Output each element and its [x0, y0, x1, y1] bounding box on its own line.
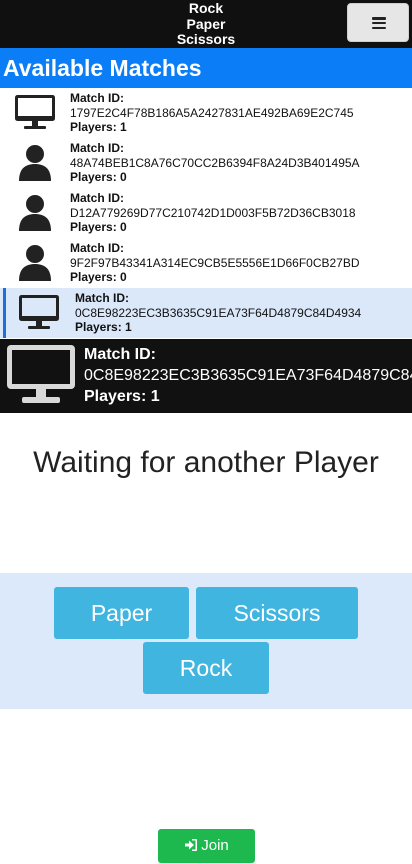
players-count: 0 [120, 170, 127, 184]
match-list-item[interactable]: Match ID: D12A779269D77C210742D1D003F5B7… [0, 188, 412, 238]
join-label: Join [201, 837, 229, 854]
match-id-value: 1797E2C4F78B186A5A2427831AE492BA69E2C745 [70, 105, 354, 120]
players-count: 0 [120, 220, 127, 234]
status-message: Waiting for another Player [33, 446, 379, 479]
scissors-button[interactable]: Scissors [196, 587, 358, 639]
match-list-item[interactable]: Match ID: 48A74BEB1C8A76C70CC2B6394F8A24… [0, 138, 412, 188]
brand-line-paper: Paper [186, 15, 226, 32]
match-id-value: 9F2F97B43341A314EC9CB5E5556E1D66F0CB27BD [70, 255, 360, 270]
current-players-label: Players: [84, 388, 147, 405]
brand-line-scissors: Scissors [176, 31, 236, 47]
user-icon [19, 145, 51, 181]
hamburger-icon [372, 17, 386, 30]
computer-icon [19, 295, 59, 329]
players-label: Players: [70, 220, 117, 234]
menu-toggle-button[interactable] [347, 3, 409, 42]
user-icon [19, 195, 51, 231]
match-info: Match ID: D12A779269D77C210742D1D003F5B7… [70, 191, 356, 235]
match-list-item[interactable]: Match ID: 9F2F97B43341A314EC9CB5E5556E1D… [0, 238, 412, 288]
top-navbar: Rock Paper Scissors [0, 0, 412, 48]
current-match-info: Match ID: 0C8E98223EC3B3635C91EA73F64D48… [84, 344, 412, 407]
computer-icon [15, 95, 55, 129]
current-players-count: 1 [150, 388, 160, 405]
players-count: 1 [125, 320, 132, 334]
match-list: Match ID: 1797E2C4F78B186A5A2427831AE492… [0, 88, 412, 338]
match-id-label: Match ID: [70, 191, 124, 205]
match-info: Match ID: 48A74BEB1C8A76C70CC2B6394F8A24… [70, 141, 360, 185]
brand-line-rock: Rock [188, 0, 224, 16]
match-info: Match ID: 1797E2C4F78B186A5A2427831AE492… [70, 91, 354, 135]
match-id-label: Match ID: [70, 141, 124, 155]
rock-button[interactable]: Rock [143, 642, 269, 694]
match-id-value: D12A779269D77C210742D1D003F5B72D36CB3018 [70, 205, 356, 220]
app-brand[interactable]: Rock Paper Scissors [168, 0, 244, 48]
join-button[interactable]: Join [158, 829, 255, 863]
computer-icon [7, 345, 75, 403]
match-id-value: 0C8E98223EC3B3635C91EA73F64D4879C84D4934 [75, 305, 362, 320]
players-count: 0 [120, 270, 127, 284]
match-id-label: Match ID: [70, 241, 124, 255]
paper-button[interactable]: Paper [54, 587, 189, 639]
match-info: Match ID: 9F2F97B43341A314EC9CB5E5556E1D… [70, 241, 360, 285]
match-list-item-selected[interactable]: Match ID: 0C8E98223EC3B3635C91EA73F64D48… [0, 288, 412, 338]
players-label: Players: [70, 270, 117, 284]
match-id-label: Match ID: [75, 291, 129, 305]
current-match-id-label: Match ID: [84, 346, 156, 363]
current-match-id-value: 0C8E98223EC3B3635C91EA73F64D4879C84D4934 [84, 367, 412, 384]
user-icon [19, 245, 51, 281]
match-id-value: 48A74BEB1C8A76C70CC2B6394F8A24D3B401495A [70, 155, 360, 170]
players-label: Players: [70, 120, 117, 134]
players-label: Players: [75, 320, 122, 334]
available-matches-heading: Available Matches [0, 48, 412, 88]
match-list-item[interactable]: Match ID: 1797E2C4F78B186A5A2427831AE492… [0, 88, 412, 138]
match-info: Match ID: 0C8E98223EC3B3635C91EA73F64D48… [75, 291, 361, 335]
sign-in-icon [185, 838, 198, 851]
current-match-panel: Match ID: 0C8E98223EC3B3635C91EA73F64D48… [0, 339, 412, 413]
players-count: 1 [120, 120, 127, 134]
choice-panel: Paper Scissors Rock [0, 573, 412, 709]
match-id-label: Match ID: [70, 91, 124, 105]
players-label: Players: [70, 170, 117, 184]
